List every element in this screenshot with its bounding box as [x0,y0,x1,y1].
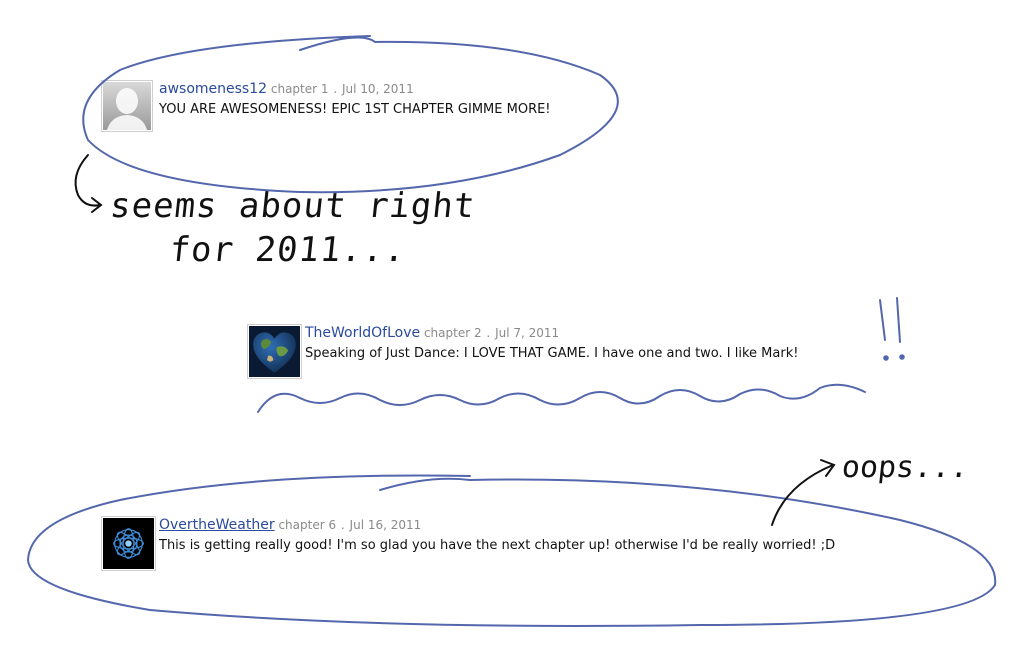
avatar[interactable] [247,324,302,379]
comment-text: Speaking of Just Dance: I LOVE THAT GAME… [305,346,799,361]
comment-meta: awsomeness12 chapter 1 . Jul 10, 2011 [159,81,414,97]
comment-date: Jul 7, 2011 [495,326,560,340]
comment-text: This is getting really good! I'm so glad… [159,538,836,553]
comment-1: awsomeness12 chapter 1 . Jul 10, 2011 YO… [101,80,621,136]
note-line-2: for 2011... [167,230,408,270]
handwritten-note-3: oops... [840,450,971,485]
username-link[interactable]: awsomeness12 [159,81,267,97]
comment-date: Jul 16, 2011 [349,518,422,532]
blue-mandala-avatar-icon [103,518,154,569]
chapter-label: chapter 1 [270,82,329,96]
handwritten-note-1: seems about right for 2011... [104,186,478,270]
comment-text: YOU ARE AWESOMENESS! EPIC 1ST CHAPTER GI… [159,102,551,117]
hook-arrow [74,154,103,213]
heart-globe-avatar-icon [249,326,300,377]
chapter-label: chapter 2 [423,326,482,340]
wavy-underline [257,383,866,413]
comment-meta: OvertheWeather chapter 6 . Jul 16, 2011 [159,517,422,533]
default-silhouette-avatar-icon [103,82,151,130]
comment-meta: TheWorldOfLove chapter 2 . Jul 7, 2011 [305,325,560,341]
note-line-1: seems about right [108,186,478,226]
chapter-label: chapter 6 [278,518,337,532]
comment-2: TheWorldOfLove chapter 2 . Jul 7, 2011 S… [247,324,887,380]
comment-3: OvertheWeather chapter 6 . Jul 16, 2011 … [101,516,921,572]
comment-date: Jul 10, 2011 [341,82,414,96]
username-link[interactable]: OvertheWeather [159,517,275,533]
avatar[interactable] [101,80,153,132]
avatar[interactable] [101,516,156,571]
username-link[interactable]: TheWorldOfLove [305,325,420,341]
